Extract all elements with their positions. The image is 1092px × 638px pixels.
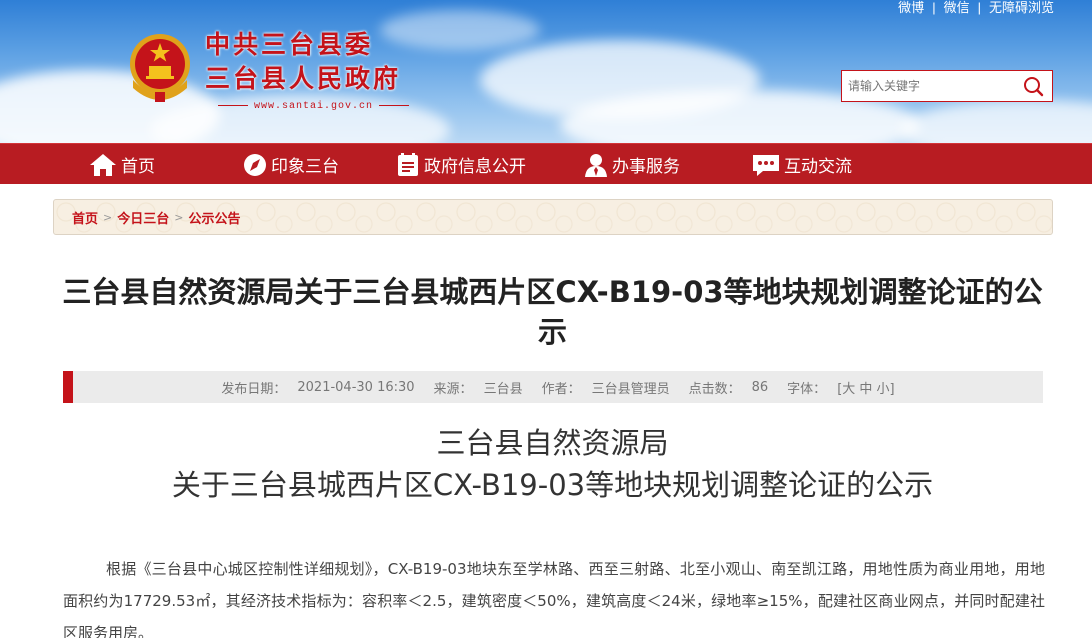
nav-label: 印象三台 xyxy=(271,157,339,177)
compass-icon xyxy=(244,153,266,176)
nav-label: 首页 xyxy=(121,157,155,177)
body-paragraph: 根据《三台县中心城区控制性详细规划》，CX-B19-03地块东至学林路、西至三射… xyxy=(63,560,1045,638)
document-heading: 三台县自然资源局 关于三台县城西片区CX-B19-03等地块规划调整论证的公示 xyxy=(60,422,1045,506)
breadcrumb-separator-icon: > xyxy=(103,210,113,224)
document-icon xyxy=(398,152,418,176)
breadcrumb-notice[interactable]: 公示公告 xyxy=(188,208,240,227)
national-emblem-icon xyxy=(130,34,190,102)
font-size-label: 字体： xyxy=(787,381,827,397)
article-title: 三台县自然资源局关于三台县城西片区CX-B19-03等地块规划调整论证的公示 xyxy=(62,275,1043,349)
nav-label: 办事服务 xyxy=(612,157,680,177)
publish-date: 2021-04-30 16:30 xyxy=(297,379,415,395)
article-body: 根据《三台县中心城区控制性详细规划》，CX-B19-03地块东至学林路、西至三射… xyxy=(63,553,1045,638)
nav-label: 政府信息公开 xyxy=(424,157,526,177)
document-heading-line1: 三台县自然资源局 xyxy=(436,426,669,460)
breadcrumb-home[interactable]: 首页 xyxy=(72,208,98,227)
breadcrumb-today[interactable]: 今日三台 xyxy=(117,208,169,227)
clicks-value: 86 xyxy=(751,379,769,395)
document-heading-line2: 关于三台县城西片区CX-B19-03等地块规划调整论证的公示 xyxy=(171,468,934,502)
nav-item-services[interactable]: 办事服务 xyxy=(583,144,680,185)
weibo-link[interactable]: 微博 xyxy=(898,0,924,16)
nav-item-impression[interactable]: 印象三台 xyxy=(242,144,339,185)
site-header: 微博 | 微信 | 无障碍浏览 中共三台县委 三台县人民政府 www.santai.go… xyxy=(0,0,1092,143)
site-title-line2: 三台县人民政府 xyxy=(205,64,402,93)
site-title[interactable]: 中共三台县委 三台县人民政府 xyxy=(205,28,401,96)
home-icon xyxy=(90,153,116,176)
chat-icon xyxy=(753,154,779,176)
author-label: 作者： xyxy=(541,381,581,397)
site-title-line1: 中共三台县委 xyxy=(205,30,374,59)
source-label: 来源： xyxy=(433,381,473,397)
publish-label: 发布日期： xyxy=(221,381,287,397)
accessibility-link[interactable]: 无障碍浏览 xyxy=(989,0,1054,16)
nav-label: 互动交流 xyxy=(784,157,852,177)
author-value: 三台县管理员 xyxy=(591,381,670,397)
clicks-label: 点击数： xyxy=(688,381,741,397)
top-links: 微博 | 微信 | 无障碍浏览 xyxy=(898,0,1054,16)
nav-item-gov-info[interactable]: 政府信息公开 xyxy=(395,144,526,185)
search-box xyxy=(841,70,1053,102)
source-value: 三台县 xyxy=(483,381,523,397)
search-icon[interactable] xyxy=(1022,75,1044,97)
article-meta: 发布日期： 2021-04-30 16:30 来源： 三台县 作者： 三台县管理… xyxy=(63,371,1043,403)
user-icon xyxy=(585,153,607,177)
main-nav: 首页 印象三台 政府信息公开 办事服务 互动交流 xyxy=(0,143,1092,184)
breadcrumb-separator-icon: > xyxy=(174,210,184,224)
wechat-link[interactable]: 微信 xyxy=(944,0,970,16)
search-input[interactable] xyxy=(842,71,1012,101)
nav-item-home[interactable]: 首页 xyxy=(88,144,155,185)
breadcrumb: 首页 > 今日三台 > 公示公告 xyxy=(53,199,1053,235)
site-url: www.santai.gov.cn xyxy=(212,101,415,112)
nav-item-interaction[interactable]: 互动交流 xyxy=(751,144,852,185)
font-size-switcher[interactable]: [大 中 小] xyxy=(837,378,894,397)
